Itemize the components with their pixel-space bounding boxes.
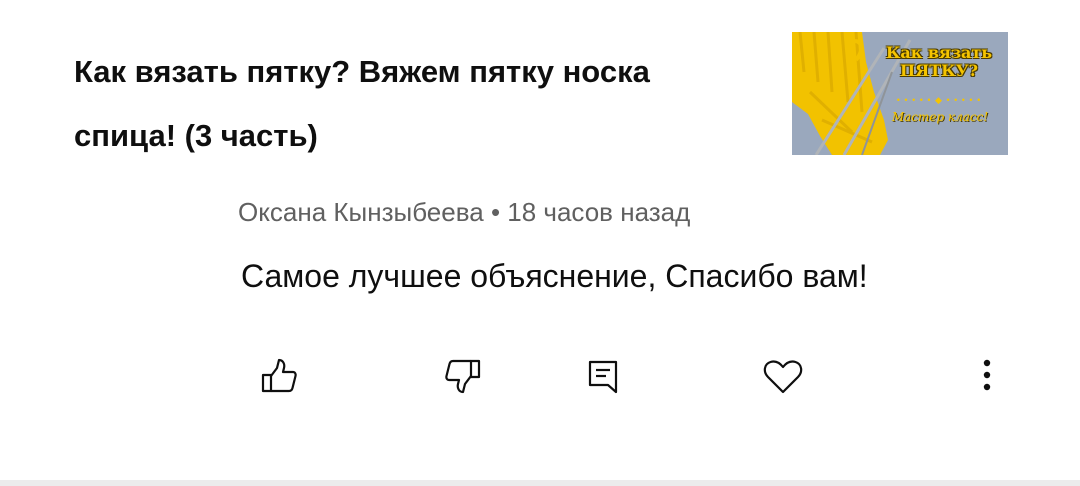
thumbs-up-icon — [261, 358, 297, 393]
dislike-button[interactable] — [439, 352, 487, 400]
like-button[interactable] — [255, 352, 303, 400]
comment-author[interactable]: Оксана Кынзыбеева — [238, 197, 484, 227]
heart-icon — [763, 360, 803, 394]
reply-button[interactable] — [579, 352, 627, 400]
section-divider — [0, 480, 1080, 486]
thumbnail-divider: • • • • • ◆ • • • • • — [896, 95, 982, 105]
comment-icon — [588, 360, 618, 394]
thumbnail-subtitle: Мастер класс! — [891, 110, 989, 124]
heart-button[interactable] — [759, 352, 807, 400]
comment-time: 18 часов назад — [507, 197, 691, 227]
video-thumbnail[interactable]: Как вязать ПЯТКУ? • • • • • ◆ • • • • • … — [792, 32, 1008, 155]
comment-text: Самое лучшее объяснение, Спасибо вам! — [241, 258, 868, 294]
thumbnail-title: Как вязать ПЯТКУ? — [885, 43, 993, 80]
meta-separator: • — [490, 197, 501, 227]
more-vert-icon — [983, 359, 991, 391]
video-title[interactable]: Как вязать пятку? Вяжем пятку носка спиц… — [74, 40, 754, 168]
comment-meta: Оксана Кынзыбеева • 18 часов назад — [238, 197, 690, 228]
thumbs-down-icon — [445, 359, 481, 394]
more-button[interactable] — [963, 352, 1011, 400]
